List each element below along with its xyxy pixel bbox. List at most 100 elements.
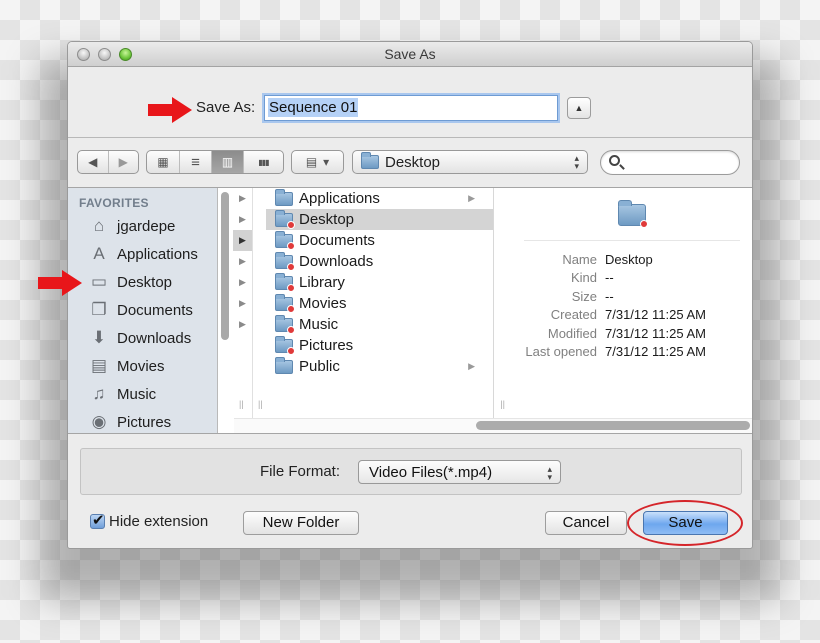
sidebar-item-pictures[interactable]: ◉ Pictures: [68, 408, 217, 433]
sidebar-item-applications[interactable]: A Applications: [68, 240, 217, 268]
child-arrow-icon: ▶: [468, 361, 475, 371]
column-item-label: Public: [299, 358, 340, 375]
list-view-icon: ≡: [191, 153, 200, 171]
column-item-music[interactable]: Music: [254, 314, 493, 335]
arrange-menu-button[interactable]: ▤ ▾: [291, 150, 344, 174]
column-resize-handle[interactable]: ||: [258, 399, 263, 409]
folder-icon: [275, 188, 293, 206]
column-home: Applications ▶ Desktop Documents Download…: [254, 188, 505, 433]
coverflow-view-button[interactable]: ▮▮▮: [244, 151, 283, 173]
disclosure-arrow-icon[interactable]: ▶: [233, 209, 252, 230]
save-as-label: Save As:: [196, 99, 256, 116]
window-title: Save As: [384, 46, 436, 62]
column-item-label: Desktop: [299, 211, 355, 228]
column-item-public[interactable]: Public ▶: [254, 356, 493, 377]
disclosure-arrow-icon[interactable]: ▶: [233, 251, 252, 272]
column-item-desktop[interactable]: Desktop: [266, 209, 493, 230]
disclosure-arrow-icon[interactable]: ▶: [233, 230, 252, 251]
documents-icon: ❐: [91, 300, 107, 319]
arrange-grid-icon: ▤: [305, 155, 318, 169]
horizontal-scrollbar[interactable]: [476, 421, 750, 430]
icon-view-button[interactable]: ▦: [147, 151, 180, 173]
title-bar[interactable]: Save As: [68, 42, 752, 67]
expand-dialog-button[interactable]: ▲: [567, 97, 591, 119]
zoom-button[interactable]: [119, 48, 132, 61]
sidebar-item-home[interactable]: ⌂ jgardepe: [68, 212, 217, 240]
column-item-documents[interactable]: Documents: [254, 230, 493, 251]
back-forward-control: ◀ ▶: [77, 150, 139, 174]
column-item-movies[interactable]: Movies: [254, 293, 493, 314]
sidebar-item-label: Applications: [117, 245, 198, 263]
sidebar-item-desktop[interactable]: ▭ Desktop: [68, 268, 217, 296]
save-as-input[interactable]: Sequence 01: [264, 95, 558, 121]
hide-extension-option[interactable]: Hide extension: [90, 511, 208, 530]
column-resize-handle[interactable]: ||: [239, 399, 244, 409]
folder-icon: [361, 152, 379, 169]
restricted-folder-icon: [275, 209, 295, 229]
view-mode-control: ▦ ≡ ▥ ▮▮▮: [146, 150, 284, 174]
hide-extension-checkbox[interactable]: [90, 511, 105, 529]
column-item-label: Pictures: [299, 337, 354, 354]
column-view-button[interactable]: ▥: [212, 151, 244, 173]
disclosure-arrow-icon[interactable]: ▶: [233, 293, 252, 314]
sidebar-item-documents[interactable]: ❐ Documents: [68, 296, 217, 324]
location-popup[interactable]: Desktop ▴ ▾: [352, 150, 588, 174]
forward-arrow-icon: ▶: [118, 155, 128, 169]
desktop-icon: ▭: [90, 272, 108, 291]
column-item-library[interactable]: Library: [254, 272, 493, 293]
sidebar-item-label: Desktop: [117, 273, 173, 291]
meta-row-name: Name Desktop: [562, 251, 653, 267]
red-circle-annotation: [627, 500, 743, 546]
restricted-folder-icon: [275, 314, 295, 334]
column-item-label: Documents: [299, 232, 375, 249]
restricted-folder-icon: [275, 293, 295, 313]
music-icon: ♫: [92, 384, 106, 403]
sidebar-item-label: jgardepe: [117, 217, 176, 235]
file-format-value: Video Files(*.mp4): [369, 464, 493, 481]
sidebar-item-label: Documents: [117, 301, 193, 319]
column-item-pictures[interactable]: Pictures: [254, 335, 493, 356]
meta-row-last-opened: Last opened 7/31/12 11:25 AM: [525, 344, 706, 360]
column-item-label: Downloads: [299, 253, 374, 270]
search-input[interactable]: [600, 150, 740, 175]
sidebar-item-downloads[interactable]: ⬇ Downloads: [68, 324, 217, 352]
restricted-folder-icon: [275, 251, 295, 271]
applications-icon: A: [93, 244, 105, 263]
list-view-button[interactable]: ≡: [180, 151, 212, 173]
sidebar-item-label: Movies: [117, 357, 165, 375]
file-format-select[interactable]: Video Files(*.mp4) ▴ ▾: [358, 460, 561, 484]
column-item-label: Library: [299, 274, 345, 291]
save-as-value: Sequence 01: [268, 98, 359, 117]
divider: [68, 137, 752, 138]
column-item-downloads[interactable]: Downloads: [254, 251, 493, 272]
sidebar-item-music[interactable]: ♫ Music: [68, 380, 217, 408]
column-item-label: Movies: [299, 295, 347, 312]
sidebar-item-movies[interactable]: ▤ Movies: [68, 352, 217, 380]
disclosure-arrow-icon[interactable]: ▶: [233, 314, 252, 335]
red-arrow-annotation-icon: [148, 97, 192, 123]
pictures-icon: ◉: [91, 412, 107, 431]
back-arrow-icon: ◀: [88, 155, 98, 169]
forward-button[interactable]: ▶: [109, 151, 139, 173]
column-resize-handle[interactable]: ||: [500, 399, 505, 409]
triangle-up-icon: ▲: [574, 103, 584, 113]
sidebar-scrollbar[interactable]: [221, 192, 229, 340]
save-as-row: Save As: Sequence 01 ▲: [68, 94, 752, 124]
new-folder-button[interactable]: New Folder: [243, 511, 359, 535]
search-icon: [609, 155, 620, 166]
column-item-applications[interactable]: Applications ▶: [254, 188, 493, 209]
location-value: Desktop: [385, 153, 441, 171]
up-down-arrows-icon: ▴ ▾: [574, 153, 579, 171]
cancel-button[interactable]: Cancel: [545, 511, 627, 535]
disclosure-arrow-icon[interactable]: ▶: [233, 188, 252, 209]
home-icon: ⌂: [93, 216, 105, 235]
file-browser: FAVORITES ⌂ jgardepe A Applications ▭ Deskt…: [68, 187, 752, 434]
restricted-folder-icon: [275, 230, 295, 250]
disclosure-arrow-icon[interactable]: ▶: [233, 272, 252, 293]
close-button[interactable]: [77, 48, 90, 61]
minimize-button[interactable]: [98, 48, 111, 61]
downloads-icon: ⬇: [91, 328, 107, 347]
save-dialog: Save As Save As: Sequence 01 ▲ ◀ ▶ ▦ ≡ ▥…: [67, 41, 753, 549]
toolbar: ◀ ▶ ▦ ≡ ▥ ▮▮▮ ▤ ▾ Desktop ▴ ▾: [68, 150, 752, 176]
back-button[interactable]: ◀: [78, 151, 109, 173]
